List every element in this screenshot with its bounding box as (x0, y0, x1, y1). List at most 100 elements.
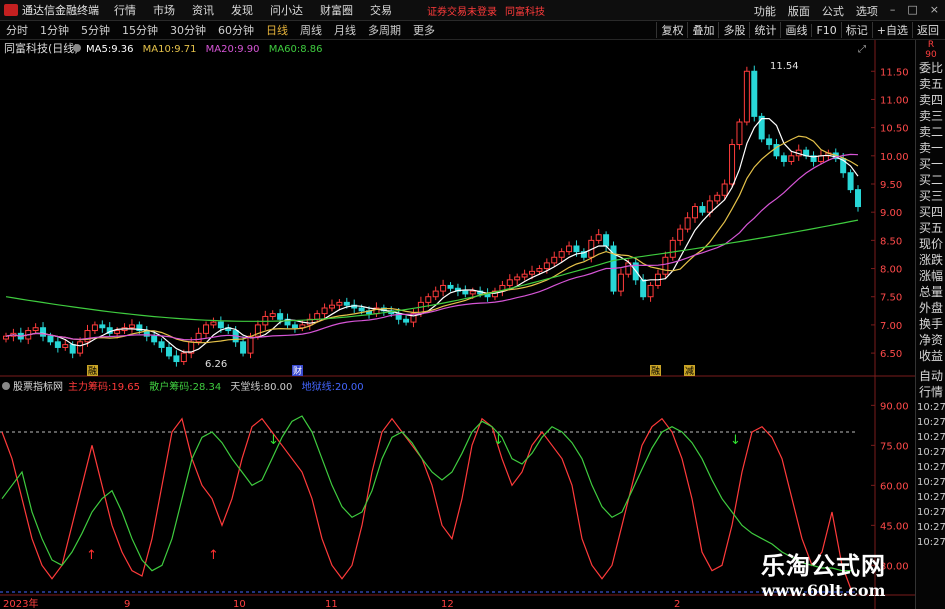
period-fenshi[interactable]: 分时 (6, 22, 28, 38)
event-marker-jian-label: 减 (685, 365, 694, 377)
high-price-label: 11.54 (770, 61, 799, 72)
menu-faxian[interactable]: 发现 (231, 2, 253, 18)
tool-huaxian[interactable]: 画线 (780, 22, 811, 38)
menu-caifuquan[interactable]: 财富圈 (320, 2, 353, 18)
candle-body (3, 335, 9, 340)
minimize-icon[interactable]: – (890, 3, 896, 19)
candle-body (847, 172, 854, 191)
price-tick-label: 11.00 (880, 95, 909, 106)
candle-body (855, 189, 861, 208)
menu-hangqing[interactable]: 行情 (114, 2, 136, 18)
candle-body (647, 284, 654, 298)
period-weekly[interactable]: 周线 (300, 22, 322, 38)
menu-jiaoyi[interactable]: 交易 (370, 2, 392, 18)
period-30min[interactable]: 30分钟 (170, 22, 206, 38)
indicator-tick-label: 60.00 (880, 481, 909, 492)
tool-tongji[interactable]: 统计 (749, 22, 780, 38)
candle-body (128, 324, 135, 329)
menu-gongneng[interactable]: 功能 (754, 3, 776, 19)
x-tick-11: 11 (325, 599, 338, 609)
price-tick-label: 11.50 (880, 67, 909, 78)
candle-body (514, 276, 521, 281)
indicator-y-axis: 90.0075.0060.0045.0030.00 (871, 401, 909, 572)
candle-body (758, 115, 765, 140)
x-tick-2023: 2023年 (3, 597, 38, 609)
period-daily[interactable]: 日线 (266, 22, 288, 38)
ind-hell-value: 20.00 (335, 382, 364, 393)
candle-body (210, 321, 217, 326)
period-more[interactable]: 更多 (413, 22, 435, 38)
candle-body (721, 183, 728, 196)
candle-body (573, 245, 580, 253)
candle-body (440, 284, 447, 292)
tick-time: 10:27 (917, 492, 945, 503)
candle-body (669, 239, 676, 258)
menu-zixun[interactable]: 资讯 (192, 2, 214, 18)
ma10-label: MA10: (143, 44, 175, 55)
candle-body (358, 307, 365, 312)
candle-body (314, 313, 321, 320)
menu-xuanxiang[interactable]: 选项 (856, 3, 878, 19)
ma60-label: MA60: (269, 44, 301, 55)
period-5min[interactable]: 5分钟 (81, 22, 110, 38)
expand-icon[interactable]: ⤢ (858, 44, 866, 55)
candle-body (551, 256, 558, 264)
menu-gongshi[interactable]: 公式 (822, 3, 844, 19)
tool-zixuan[interactable]: +自选 (871, 22, 912, 38)
x-tick-12: 12 (441, 599, 454, 609)
ma5-label: MA5: (86, 44, 111, 55)
event-marker-rong2-label: 融 (651, 366, 660, 377)
close-icon[interactable]: × (930, 3, 939, 19)
candle-body (743, 70, 750, 123)
tool-fuquan[interactable]: 复权 (656, 22, 687, 38)
ind-main-label: 主力筹码: (68, 380, 111, 393)
tool-f10[interactable]: F10 (811, 23, 840, 37)
candle-body (447, 284, 454, 289)
quote-label: 卖三 (918, 109, 943, 123)
tick-time: 10:27 (917, 417, 945, 428)
period-60min[interactable]: 60分钟 (218, 22, 254, 38)
candle-body (247, 335, 254, 354)
ma20-value: 9.90 (237, 44, 259, 55)
candle-body (736, 121, 743, 146)
price-tick-label: 9.50 (880, 180, 902, 191)
candle-body (240, 341, 247, 354)
candle-body (32, 327, 39, 332)
indicator-tick-label: 90.00 (880, 401, 909, 412)
candle-body (706, 200, 713, 213)
settings-dot-icon[interactable] (73, 44, 81, 52)
low-price-label: 6.26 (205, 359, 227, 370)
tool-biaoji[interactable]: 标记 (840, 22, 872, 38)
tick-time: 10:27 (917, 507, 945, 518)
candle-body (173, 355, 180, 363)
quote-label: 净资 (918, 333, 943, 347)
app-logo-icon (4, 4, 18, 16)
period-1min[interactable]: 1分钟 (40, 22, 69, 38)
candle-body (217, 321, 224, 329)
quote-auto[interactable]: 自动 (916, 368, 945, 384)
tool-diejia[interactable]: 叠加 (687, 22, 718, 38)
candle-body (403, 318, 410, 323)
quote-hangqing[interactable]: 行情 (916, 384, 945, 400)
candle-body (617, 273, 624, 292)
tool-fanhui[interactable]: 返回 (912, 22, 943, 38)
app-name: 通达信金融终端 (22, 4, 99, 17)
chart-toolbar: 复权 叠加 多股 统计 画线 F10 标记 +自选 返回 (656, 22, 943, 38)
price-tick-label: 8.00 (880, 265, 902, 276)
tool-duogu[interactable]: 多股 (718, 22, 749, 38)
broker-login-status[interactable]: 证券交易未登录 (427, 3, 497, 18)
menu-banmian[interactable]: 版面 (788, 3, 810, 19)
period-monthly[interactable]: 月线 (334, 22, 356, 38)
menu-shichang[interactable]: 市场 (153, 2, 175, 18)
candle-body (699, 206, 706, 213)
quote-top-90: 90 (925, 50, 937, 60)
indicator-settings-icon[interactable] (2, 382, 10, 390)
period-15min[interactable]: 15分钟 (122, 22, 158, 38)
menu-wenxiaoda[interactable]: 问小达 (270, 2, 303, 18)
chart-area[interactable]: 同富科技(日线) MA5:9.36 MA10:9.71 MA20:9.90 MA… (0, 40, 915, 609)
price-tick-label: 10.50 (880, 124, 909, 135)
candle-body (751, 70, 758, 117)
period-multi[interactable]: 多周期 (368, 22, 401, 38)
maximize-icon[interactable]: □ (907, 3, 917, 19)
indicator-tick-label: 75.00 (880, 441, 909, 452)
